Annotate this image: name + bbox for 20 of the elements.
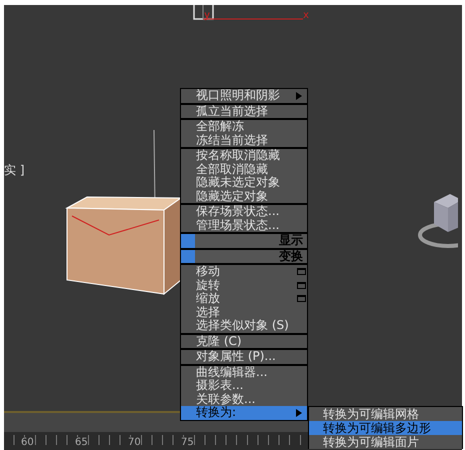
- ruler-label: 60: [21, 437, 34, 448]
- ruler-label: 75: [181, 437, 194, 448]
- options-box-icon[interactable]: [297, 295, 306, 302]
- submenu-arrow-icon: [296, 409, 302, 417]
- menu-item[interactable]: 转换为:: [181, 406, 307, 420]
- submenu-item[interactable]: 转换为可编辑多边形: [309, 421, 462, 435]
- submenu-item[interactable]: 转换为可编辑面片: [309, 435, 462, 449]
- header-marker-icon: [181, 234, 195, 248]
- submenu-arrow-icon: [296, 92, 302, 100]
- ruler-label: 70: [128, 437, 141, 448]
- axis-label: x: [303, 11, 310, 21]
- viewport-label[interactable]: 实 ]: [4, 163, 24, 177]
- ruler-label: 65: [75, 437, 88, 448]
- menu-header-label: 变换: [278, 250, 304, 263]
- submenu-item[interactable]: 转换为可编辑网格: [309, 407, 462, 421]
- options-box-icon[interactable]: [297, 282, 306, 288]
- axis-label: y: [204, 11, 210, 21]
- menu-header-label: 显示: [278, 234, 304, 248]
- options-box-icon[interactable]: [297, 268, 306, 275]
- header-marker-icon: [181, 250, 195, 263]
